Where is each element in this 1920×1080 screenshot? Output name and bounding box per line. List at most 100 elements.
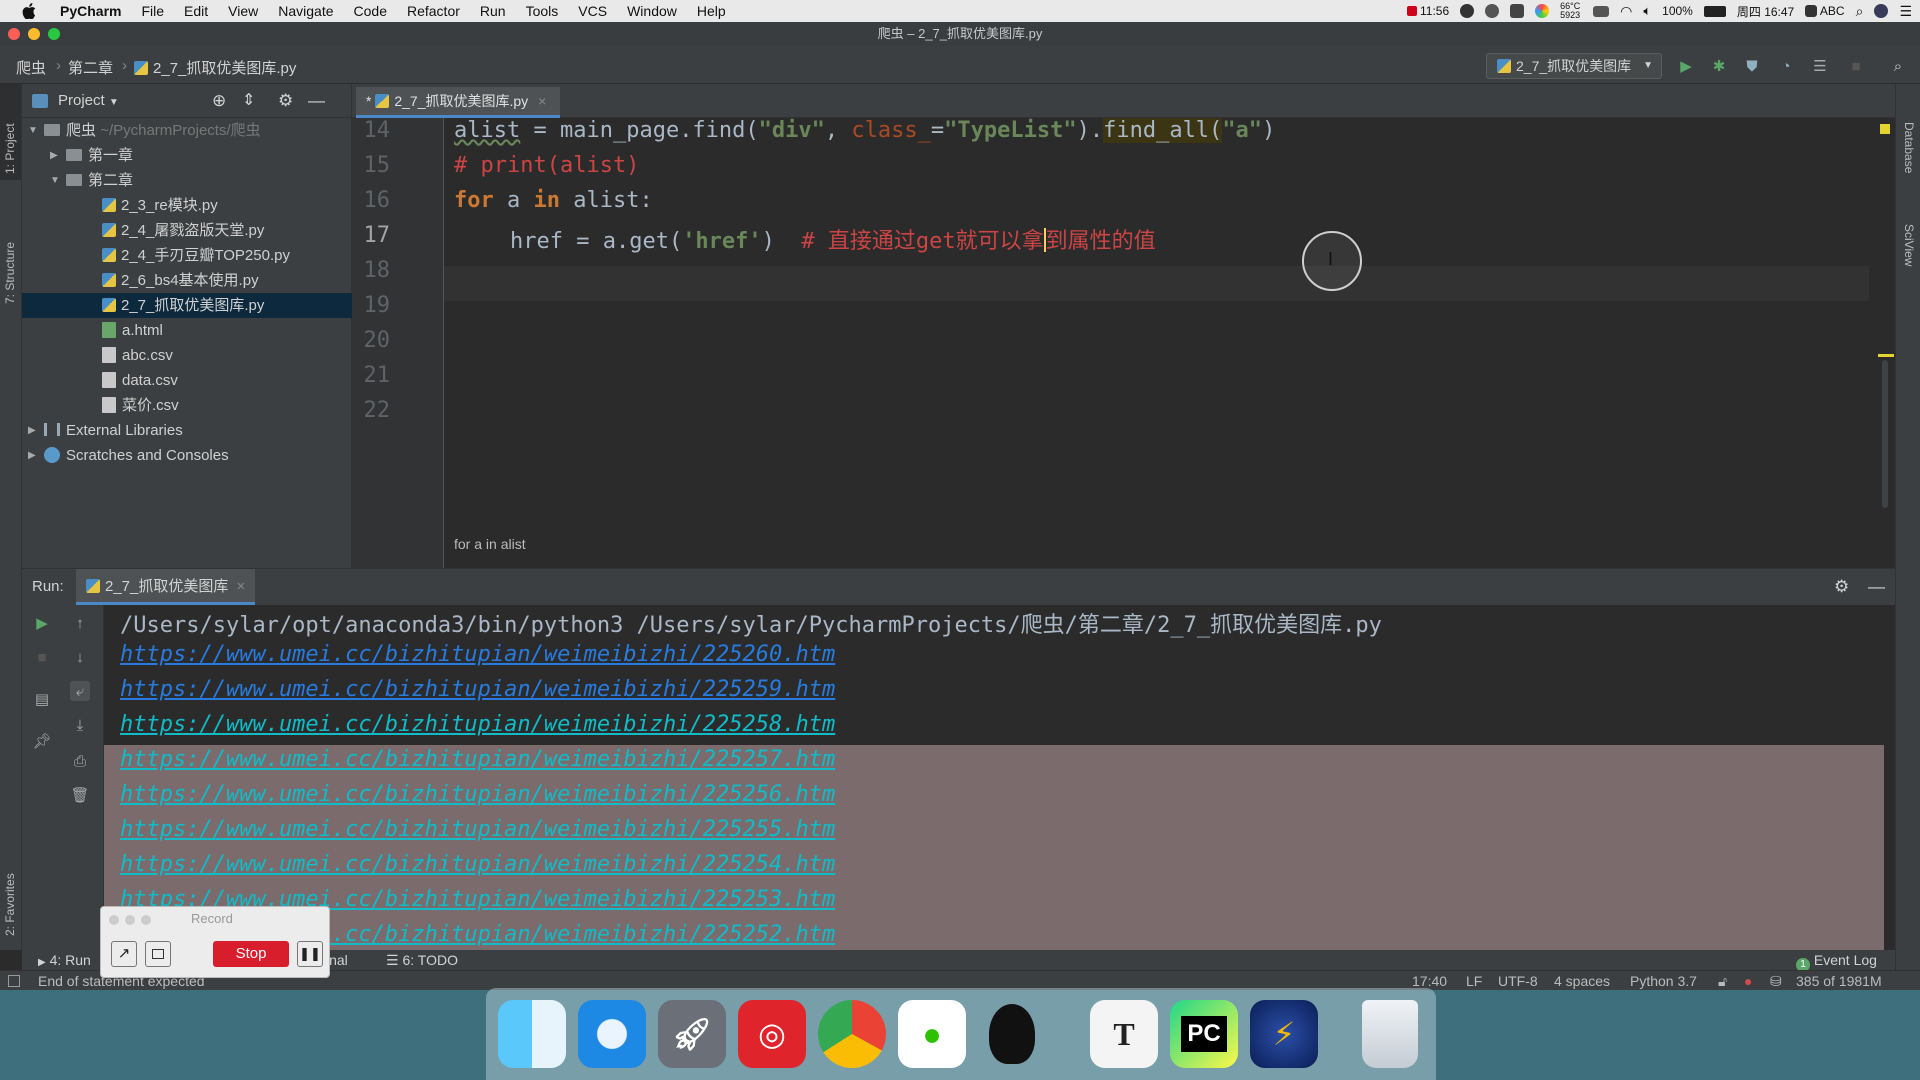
- tree-item-project-root[interactable]: ▼ 爬虫 ~/PycharmProjects/爬虫: [22, 118, 352, 143]
- todo-tool-button[interactable]: ☰ 6: TODO: [386, 950, 458, 970]
- concurrency-icon[interactable]: ☰: [1810, 56, 1830, 76]
- nav-crumb-folder[interactable]: 第二章: [68, 57, 113, 78]
- tree-item-file[interactable]: 菜价.csv: [22, 393, 352, 418]
- chevron-down-icon[interactable]: ▼: [50, 168, 60, 193]
- file-encoding[interactable]: UTF-8: [1498, 971, 1538, 991]
- menu-refactor[interactable]: Refactor: [397, 3, 470, 19]
- stop-recording-button[interactable]: Stop: [213, 941, 289, 967]
- inspection-icon[interactable]: ●: [1744, 971, 1752, 991]
- line-separator[interactable]: LF: [1466, 971, 1482, 991]
- tree-item-file[interactable]: 2_6_bs4基本使用.py: [22, 268, 352, 293]
- tree-item-scratches[interactable]: ▶ Scratches and Consoles: [22, 443, 352, 468]
- indent-setting[interactable]: 4 spaces: [1554, 971, 1610, 991]
- battery-icon[interactable]: [1703, 5, 1726, 17]
- qq-icon[interactable]: [978, 1000, 1046, 1068]
- recording-timer[interactable]: 11:56: [1406, 4, 1449, 18]
- toggle-tool-windows-icon[interactable]: [8, 975, 20, 987]
- soft-wrap-icon[interactable]: ⤶: [70, 681, 90, 701]
- locate-file-icon[interactable]: ⊕: [212, 84, 226, 118]
- wechat-icon[interactable]: [1485, 4, 1500, 18]
- tree-item-file-selected[interactable]: 2_7_抓取优美图库.py: [22, 293, 352, 318]
- trash-icon[interactable]: 🗑︎: [70, 785, 90, 805]
- pause-icon[interactable]: ❚❚: [297, 941, 323, 967]
- memory-icon[interactable]: ⛁: [1770, 971, 1782, 991]
- run-configuration-select[interactable]: 2_7_抓取优美图库 ▼: [1486, 53, 1662, 79]
- finder-icon[interactable]: [498, 1000, 566, 1068]
- pin-icon[interactable]: 📌︎: [32, 731, 52, 751]
- tree-item-file[interactable]: 2_3_re模块.py: [22, 193, 352, 218]
- coverage-icon[interactable]: ⛊: [1742, 56, 1762, 76]
- menu-file[interactable]: File: [131, 3, 174, 19]
- menu-help[interactable]: Help: [687, 3, 736, 19]
- tool-window-project[interactable]: 1: Project: [3, 123, 17, 174]
- menu-code[interactable]: Code: [344, 3, 397, 19]
- nav-crumb-file[interactable]: 2_7_抓取优美图库.py: [134, 57, 296, 78]
- tool-window-database[interactable]: Database: [1902, 122, 1916, 173]
- battery-percent[interactable]: 100%: [1662, 4, 1693, 18]
- hide-panel-icon[interactable]: —: [1868, 569, 1885, 605]
- menu-view[interactable]: View: [218, 3, 268, 19]
- code-line-14[interactable]: alist = main_page.find("div", class_="Ty…: [454, 118, 1275, 143]
- layout-icon[interactable]: ▤: [32, 689, 52, 709]
- editor-breadcrumb[interactable]: for a in alist: [454, 536, 526, 552]
- volume-icon[interactable]: 🔈︎: [1643, 3, 1651, 19]
- hide-panel-icon[interactable]: —: [308, 84, 325, 118]
- zoom-window-button[interactable]: [141, 915, 151, 925]
- profile-icon[interactable]: ◔: [1776, 56, 1796, 76]
- close-tab-icon[interactable]: ×: [237, 578, 246, 595]
- safari-icon[interactable]: [578, 1000, 646, 1068]
- zoom-window-button[interactable]: [48, 28, 60, 40]
- window-select-icon[interactable]: [145, 941, 171, 967]
- stop-icon[interactable]: ■: [1846, 56, 1866, 76]
- wechat-icon[interactable]: ●: [898, 1000, 966, 1068]
- chevron-right-icon[interactable]: ▶: [28, 443, 36, 468]
- tree-item-folder[interactable]: ▶ 第一章: [22, 143, 352, 168]
- code-editor[interactable]: * 2_7_抓取优美图库.py × 14 15 16 17 18 19 20 2…: [352, 84, 1895, 568]
- netease-music-icon[interactable]: ◎: [738, 1000, 806, 1068]
- color-wheel-icon[interactable]: [1535, 4, 1550, 18]
- memory-indicator[interactable]: 385 of 1981M: [1796, 971, 1882, 991]
- trash-icon[interactable]: [1362, 1000, 1418, 1068]
- gear-icon[interactable]: ⚙: [1834, 569, 1849, 605]
- minimize-window-button[interactable]: [28, 28, 40, 40]
- menu-tools[interactable]: Tools: [516, 3, 569, 19]
- console-link[interactable]: https://www.umei.cc/bizhitupian/weimeibi…: [120, 817, 835, 842]
- menu-edit[interactable]: Edit: [174, 3, 218, 19]
- console-link[interactable]: https://www.umei.cc/bizhitupian/weimeibi…: [120, 852, 835, 877]
- keyboard-icon[interactable]: [1593, 5, 1610, 17]
- debug-icon[interactable]: ✱: [1709, 56, 1729, 76]
- console-link[interactable]: https://www.umei.cc/bizhitupian/weimeibi…: [120, 782, 835, 807]
- close-window-button[interactable]: [8, 28, 20, 40]
- tree-item-folder[interactable]: ▼ 第二章: [22, 168, 352, 193]
- spotlight-icon[interactable]: ⌕: [1856, 3, 1864, 20]
- input-method[interactable]: ABC: [1805, 4, 1845, 18]
- user-icon[interactable]: [1874, 4, 1889, 18]
- collapse-all-icon[interactable]: ⇕: [242, 84, 255, 118]
- event-log-button[interactable]: 1 Event Log: [1796, 950, 1877, 972]
- arrow-up-icon[interactable]: ↑: [70, 613, 90, 633]
- clipboard-icon[interactable]: [1510, 4, 1525, 18]
- menu-app-name[interactable]: PyCharm: [50, 3, 131, 19]
- console-link[interactable]: https://www.umei.cc/bizhitupian/weimeibi…: [120, 642, 835, 667]
- tree-item-file[interactable]: a.html: [22, 318, 352, 343]
- python-interpreter[interactable]: Python 3.7: [1630, 971, 1697, 991]
- arrow-down-icon[interactable]: ↓: [70, 647, 90, 667]
- console-link[interactable]: https://www.umei.cc/bizhitupian/weimeibi…: [120, 712, 835, 737]
- close-window-button[interactable]: [109, 915, 119, 925]
- flash-icon[interactable]: [1460, 4, 1475, 18]
- run-icon[interactable]: ▶: [1676, 56, 1696, 76]
- chevron-right-icon[interactable]: ▶: [28, 418, 36, 443]
- nav-crumb-project[interactable]: 爬虫: [16, 57, 46, 78]
- minimize-window-button[interactable]: [125, 915, 135, 925]
- annotate-icon[interactable]: ↗: [111, 941, 137, 967]
- typora-icon[interactable]: T: [1090, 1000, 1158, 1068]
- search-everywhere-icon[interactable]: ⌕: [1888, 56, 1908, 76]
- menu-vcs[interactable]: VCS: [568, 3, 617, 19]
- editor-tab-active[interactable]: * 2_7_抓取优美图库.py ×: [356, 87, 561, 118]
- launchpad-icon[interactable]: 🚀︎: [658, 1000, 726, 1068]
- weather-readout[interactable]: 66°C 5923: [1560, 2, 1582, 20]
- console-output[interactable]: /Users/sylar/opt/anaconda3/bin/python3 /…: [104, 605, 1895, 951]
- chevron-down-icon[interactable]: ▼: [28, 118, 38, 143]
- tree-item-file[interactable]: 2_4_屠戮盗版天堂.py: [22, 218, 352, 243]
- tool-window-sciview[interactable]: SciView: [1902, 224, 1916, 266]
